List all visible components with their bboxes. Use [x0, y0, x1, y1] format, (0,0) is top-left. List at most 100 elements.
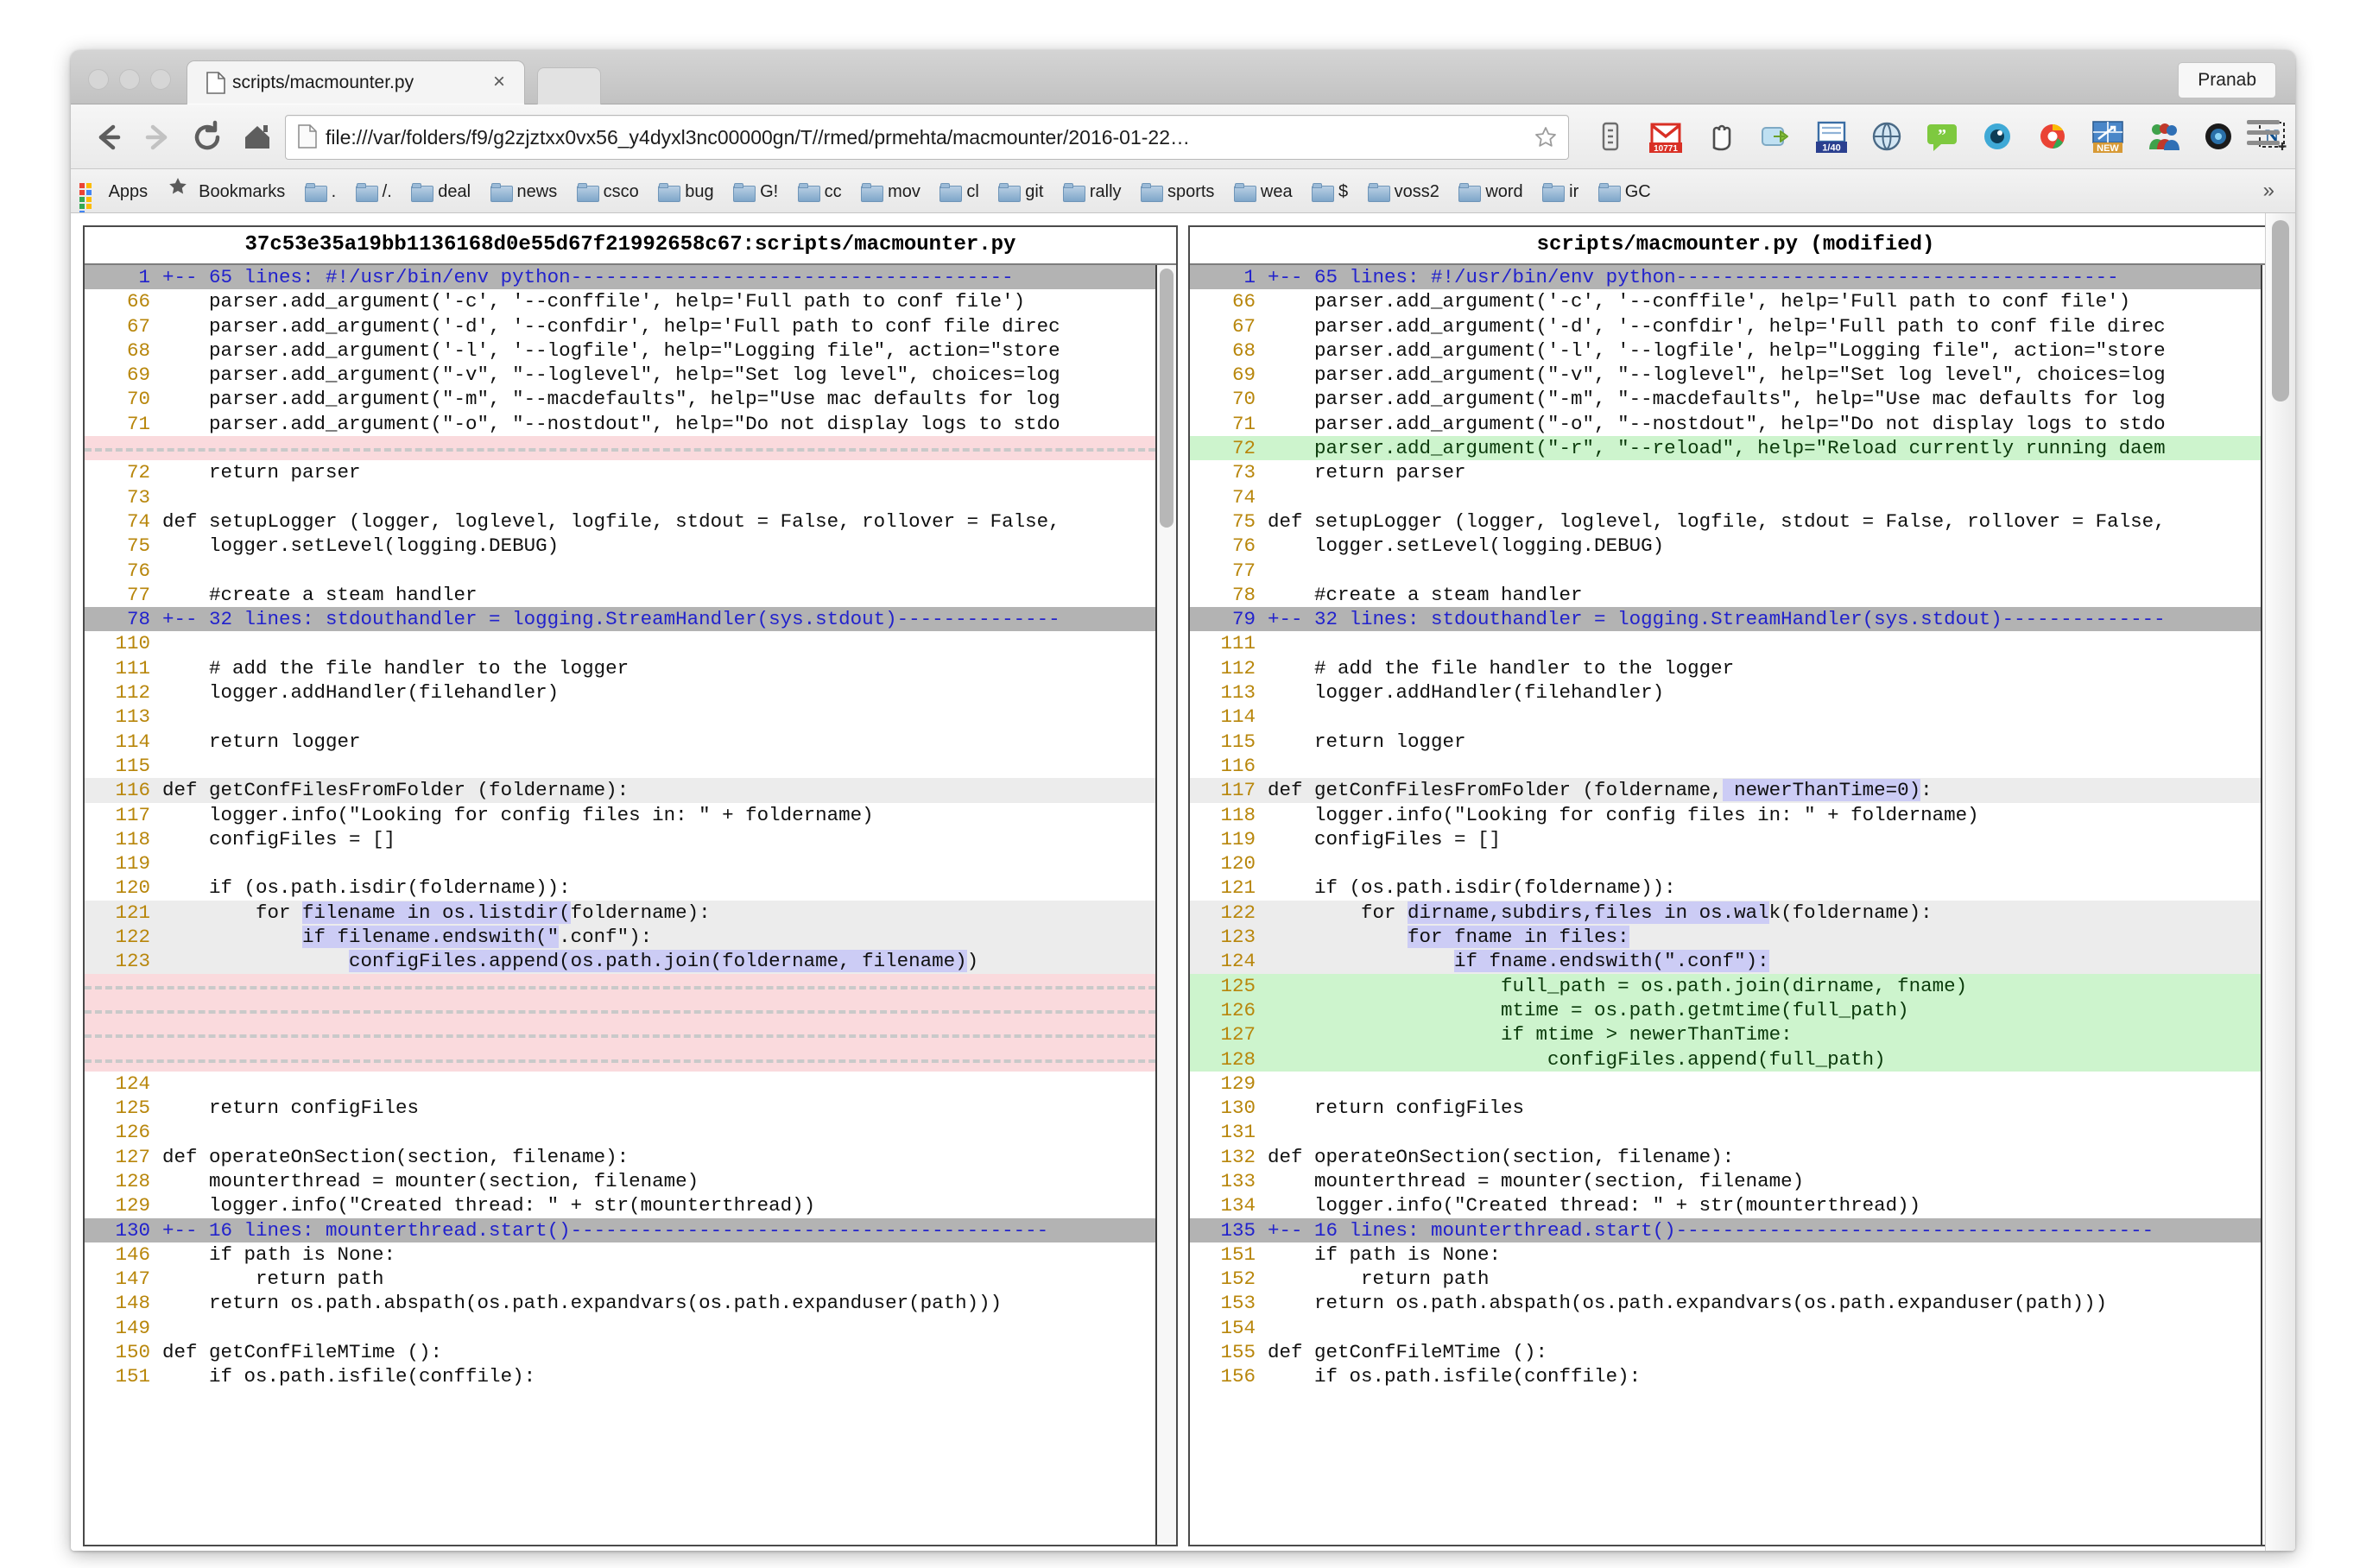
scrollbar-left[interactable] — [1155, 265, 1176, 1545]
chrome-menu-icon[interactable] — [2247, 120, 2280, 153]
code-line[interactable]: 125 full_path = os.path.join(dirname, fn… — [1190, 974, 2281, 998]
code-line[interactable]: 79+-- 32 lines: stdouthandler = logging.… — [1190, 607, 2281, 631]
code-line[interactable]: 151 if path is None: — [1190, 1242, 2281, 1267]
code-line[interactable]: 118 configFiles = [] — [85, 827, 1176, 851]
code-line[interactable]: 75 logger.setLevel(logging.DEBUG) — [85, 534, 1176, 558]
code-line[interactable]: 133 mounterthread = mounter(section, fil… — [1190, 1169, 2281, 1193]
bookmark-folder[interactable]: deal — [403, 169, 478, 212]
code-left[interactable]: 1+-- 65 lines: #!/usr/bin/env python----… — [85, 265, 1176, 1389]
bookmark-bookmarks[interactable]: Bookmarks — [160, 169, 294, 212]
code-line[interactable]: 77 #create a steam handler — [85, 583, 1176, 607]
bookmark-folder[interactable]: wea — [1226, 169, 1300, 212]
code-line[interactable]: 124 — [85, 1072, 1176, 1096]
code-line[interactable]: 69 parser.add_argument("-v", "--loglevel… — [1190, 363, 2281, 387]
bookmark-folder[interactable]: news — [483, 169, 566, 212]
code-line[interactable]: 70 parser.add_argument("-m", "--macdefau… — [85, 387, 1176, 411]
code-line[interactable]: 68 parser.add_argument('-l', '--logfile'… — [85, 338, 1176, 363]
code-line[interactable]: 150def getConfFileMTime (): — [85, 1340, 1176, 1364]
code-line[interactable]: 116 — [1190, 754, 2281, 778]
bookmark-folder[interactable]: csco — [569, 169, 647, 212]
code-line[interactable]: 119 — [85, 851, 1176, 876]
home-icon[interactable] — [238, 118, 276, 156]
code-line[interactable]: 68 parser.add_argument('-l', '--logfile'… — [1190, 338, 2281, 363]
bookmark-folder[interactable]: sports — [1133, 169, 1222, 212]
flask-extension-icon[interactable] — [1592, 118, 1629, 155]
code-line[interactable]: 111 — [1190, 631, 2281, 655]
bookmark-folder[interactable]: . — [297, 169, 345, 212]
code-line[interactable]: 112 # add the file handler to the logger — [1190, 656, 2281, 680]
code-line[interactable]: 127def operateOnSection(section, filenam… — [85, 1145, 1176, 1169]
code-line[interactable]: 115 return logger — [1190, 730, 2281, 754]
code-line[interactable]: 152 return path — [1190, 1267, 2281, 1291]
code-line[interactable]: 151 if os.path.isfile(conffile): — [85, 1364, 1176, 1388]
bookmark-folder[interactable]: git — [990, 169, 1051, 212]
code-line[interactable]: 120 — [1190, 851, 2281, 876]
code-line[interactable]: 74def setupLogger (logger, loglevel, log… — [85, 509, 1176, 534]
code-line[interactable]: 71 parser.add_argument("-o", "--nostdout… — [1190, 412, 2281, 436]
bookmark-folder[interactable]: bug — [650, 169, 721, 212]
bookmark-folder[interactable]: word — [1451, 169, 1530, 212]
bookmark-apps[interactable]: Apps — [71, 169, 155, 212]
code-line[interactable]: 120 if (os.path.isdir(foldername)): — [85, 876, 1176, 900]
bookmark-folder[interactable]: rally — [1055, 169, 1129, 212]
bookmark-folder[interactable]: voss2 — [1360, 169, 1447, 212]
code-line[interactable]: 76 — [85, 559, 1176, 583]
code-line[interactable]: 123 for fname in files: — [1190, 925, 2281, 949]
stop-hand-icon[interactable] — [1703, 118, 1739, 155]
code-line[interactable]: 71 parser.add_argument("-o", "--nostdout… — [85, 412, 1176, 436]
code-line[interactable]: 122 for dirname,subdirs,files in os.walk… — [1190, 901, 2281, 925]
page-scrollbar-thumb[interactable] — [2272, 220, 2289, 401]
code-line[interactable]: 75def setupLogger (logger, loglevel, log… — [1190, 509, 2281, 534]
window-close-button[interactable] — [88, 69, 109, 90]
calendar-icon[interactable]: 1/40 — [1813, 118, 1850, 155]
code-line[interactable]: 78+-- 32 lines: stdouthandler = logging.… — [85, 607, 1176, 631]
code-line[interactable]: 134 logger.info("Created thread: " + str… — [1190, 1193, 2281, 1217]
code-line[interactable]: 156 if os.path.isfile(conffile): — [1190, 1364, 2281, 1388]
code-line[interactable]: 131 — [1190, 1120, 2281, 1144]
code-line[interactable]: 76 logger.setLevel(logging.DEBUG) — [1190, 534, 2281, 558]
globe-icon[interactable] — [1869, 118, 1905, 155]
bookmark-folder[interactable]: G! — [725, 169, 786, 212]
address-bar-url[interactable]: file:///var/folders/f9/g2zjztxx0vx56_y4d… — [326, 124, 1491, 150]
camera-icon[interactable] — [2200, 118, 2236, 155]
code-right[interactable]: 1+-- 65 lines: #!/usr/bin/env python----… — [1190, 265, 2281, 1389]
code-line[interactable]: 122 if filename.endswith(".conf"): — [85, 925, 1176, 949]
people-icon[interactable] — [2145, 118, 2181, 155]
code-line[interactable]: 126 mtime = os.path.getmtime(full_path) — [1190, 998, 2281, 1022]
code-line[interactable]: 154 — [1190, 1316, 2281, 1340]
code-line[interactable]: 114 return logger — [85, 730, 1176, 754]
code-line[interactable]: 70 parser.add_argument("-m", "--macdefau… — [1190, 387, 2281, 411]
gmail-icon[interactable]: 10771 — [1648, 118, 1684, 155]
code-line[interactable]: 73 — [85, 485, 1176, 509]
code-line[interactable]: 128 mounterthread = mounter(section, fil… — [85, 1169, 1176, 1193]
code-line[interactable]: 118 logger.info("Looking for config file… — [1190, 803, 2281, 827]
code-line[interactable]: 114 — [1190, 705, 2281, 729]
bookmarks-overflow-button[interactable]: » — [2255, 169, 2283, 212]
code-line[interactable]: 1+-- 65 lines: #!/usr/bin/env python----… — [85, 265, 1176, 289]
profile-button[interactable]: Pranab — [2178, 62, 2276, 98]
code-line[interactable]: 125 return configFiles — [85, 1096, 1176, 1120]
quote-bubble-icon[interactable]: ” — [1924, 118, 1960, 155]
code-line[interactable]: 121 for filename in os.listdir(foldernam… — [85, 901, 1176, 925]
eye-icon[interactable] — [1979, 118, 2015, 155]
code-line[interactable]: 149 — [85, 1316, 1176, 1340]
code-line[interactable]: 121 if (os.path.isdir(foldername)): — [1190, 876, 2281, 900]
code-line[interactable]: 128 configFiles.append(full_path) — [1190, 1047, 2281, 1072]
code-line[interactable]: 113 — [85, 705, 1176, 729]
code-line[interactable]: 155def getConfFileMTime (): — [1190, 1340, 2281, 1364]
code-line[interactable]: 72 parser.add_argument("-r", "--reload",… — [1190, 436, 2281, 460]
chart-new-icon[interactable]: NEW — [2090, 118, 2126, 155]
code-line[interactable]: 130 return configFiles — [1190, 1096, 2281, 1120]
code-line[interactable]: 111 # add the file handler to the logger — [85, 656, 1176, 680]
code-line[interactable]: 73 return parser — [1190, 460, 2281, 484]
code-line[interactable]: 66 parser.add_argument('-c', '--conffile… — [1190, 289, 2281, 313]
code-line[interactable]: 124 if fname.endswith(".conf"): — [1190, 949, 2281, 973]
bookmark-folder[interactable]: ir — [1534, 169, 1586, 212]
new-tab-button[interactable] — [537, 67, 601, 104]
code-line[interactable]: 148 return os.path.abspath(os.path.expan… — [85, 1291, 1176, 1315]
code-line[interactable]: 112 logger.addHandler(filehandler) — [85, 680, 1176, 705]
code-line[interactable]: 1+-- 65 lines: #!/usr/bin/env python----… — [1190, 265, 2281, 289]
code-line[interactable]: 116def getConfFilesFromFolder (foldernam… — [85, 778, 1176, 802]
forward-arrow-icon[interactable] — [138, 118, 176, 156]
code-line[interactable]: 123 configFiles.append(os.path.join(fold… — [85, 949, 1176, 973]
